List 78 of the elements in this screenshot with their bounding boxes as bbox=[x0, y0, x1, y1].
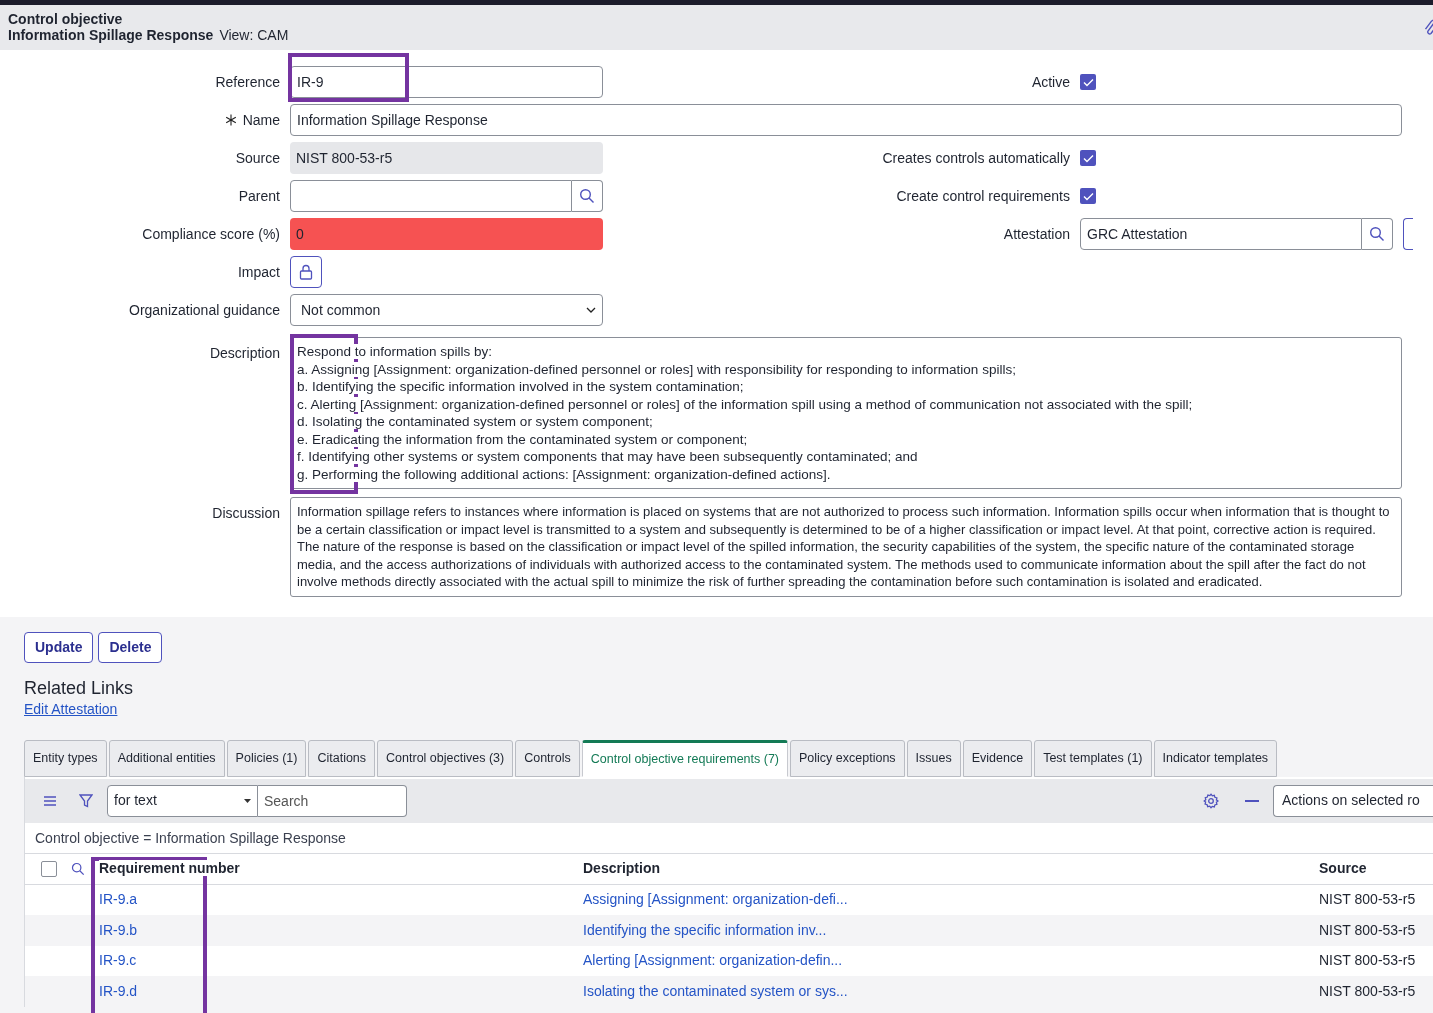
filter-breadcrumb[interactable]: Control objective = Information Spillage Response bbox=[35, 827, 346, 849]
search-button[interactable] bbox=[572, 180, 603, 212]
description-link[interactable]: Alerting [Assignment: organization-defin... bbox=[583, 952, 843, 969]
field-label: Attestation bbox=[1003, 225, 1070, 242]
tab[interactable]: Indicator templates bbox=[1153, 739, 1278, 777]
action-button[interactable]: Update bbox=[24, 631, 94, 663]
record-link[interactable]: IR-9.a bbox=[99, 891, 138, 908]
tab[interactable]: Entity types bbox=[24, 739, 107, 777]
chevron-icon bbox=[586, 307, 596, 313]
view-name: View: CAM bbox=[219, 27, 289, 43]
select-field[interactable]: Not common bbox=[290, 294, 603, 326]
description-link[interactable]: Assigning [Assignment: organization-defi... bbox=[583, 891, 848, 908]
input-field[interactable]: GRC Attestation bbox=[1080, 218, 1362, 250]
checkbox[interactable] bbox=[1080, 188, 1096, 204]
record-link[interactable]: IR-9.b bbox=[99, 921, 138, 938]
section-heading: Related Links bbox=[24, 676, 135, 699]
related-link[interactable]: Edit Attestation bbox=[24, 698, 118, 719]
edge-button[interactable] bbox=[1403, 218, 1413, 250]
discussion-field[interactable]: Information spillage refers to instances where information is placed on systems that are not authorized to process such information. Information spills occur when information that is thought to be a certain classification or impact level is transmitted to a system and subsequently is determined to be of a higher classification or impact level. At that point, corrective action is required. The nature of the response is based on the classification or impact level of the spilled information, the security capabilities of the system, the specific nature of the contaminated storage media, and the access authorizations of individuals with authorized access to the contaminated system. The methods used to communicate information about the spill after the fact do not involve methods directly associated with the actual spill to minimize the risk of further spreading the contamination before such contamination is isolated and eradicated. bbox=[290, 497, 1402, 597]
tab[interactable]: Policy exceptions bbox=[790, 739, 905, 777]
readonly-field: NIST 800-53-r5 bbox=[290, 142, 603, 174]
record-link[interactable]: IR-9.c bbox=[99, 952, 137, 969]
caret-icon bbox=[244, 798, 251, 803]
input-field[interactable]: Information Spillage Response bbox=[290, 104, 1402, 136]
table-cell: NIST 800-53-r5 bbox=[1319, 921, 1416, 938]
checkbox[interactable] bbox=[1080, 74, 1096, 90]
paperclip-icon[interactable] bbox=[1423, 19, 1433, 37]
input-field[interactable] bbox=[290, 180, 572, 212]
field-label: Creates controls automatically bbox=[882, 149, 1070, 166]
field-label: Reference bbox=[215, 72, 280, 92]
field-label: Impact bbox=[238, 262, 280, 282]
description-link[interactable]: Identifying the specific information inv... bbox=[583, 921, 827, 938]
action-button[interactable]: Delete bbox=[98, 631, 163, 663]
lock-icon bbox=[299, 264, 313, 280]
filter-icon[interactable] bbox=[79, 793, 93, 808]
record-type: Control objective bbox=[8, 12, 124, 27]
table-cell: NIST 800-53-r5 bbox=[1319, 982, 1416, 999]
column-header[interactable]: Description bbox=[583, 860, 660, 876]
field-label: Compliance score (%) bbox=[142, 224, 280, 244]
select-all-checkbox[interactable] bbox=[41, 860, 57, 877]
input-field[interactable]: IR-9 bbox=[290, 66, 603, 98]
settings-icon[interactable] bbox=[1203, 792, 1219, 809]
field-label: Active bbox=[1031, 73, 1070, 90]
checkbox[interactable] bbox=[1080, 150, 1096, 166]
field-label: Organizational guidance bbox=[129, 300, 280, 320]
lock-button[interactable] bbox=[290, 256, 322, 288]
tab[interactable]: Control objective requirements (7) bbox=[581, 739, 788, 777]
field-label: Parent bbox=[238, 186, 280, 206]
menu-icon[interactable] bbox=[43, 794, 57, 807]
tab[interactable]: Controls bbox=[515, 739, 580, 777]
column-header[interactable]: Source bbox=[1319, 860, 1367, 876]
tab[interactable]: Test templates (1) bbox=[1034, 739, 1152, 777]
tab[interactable]: Policies (1) bbox=[226, 739, 307, 777]
tab[interactable]: Issues bbox=[906, 739, 961, 777]
table-cell: NIST 800-53-r5 bbox=[1319, 891, 1416, 908]
search-icon[interactable] bbox=[71, 861, 85, 876]
record-name: Information Spillage Response bbox=[8, 27, 214, 43]
table-cell: NIST 800-53-r5 bbox=[1319, 952, 1416, 969]
field-label: Discussion bbox=[212, 505, 280, 521]
search-type-select[interactable]: for text bbox=[107, 784, 258, 817]
record-link[interactable]: IR-9.d bbox=[99, 982, 138, 999]
tab[interactable]: Control objectives (3) bbox=[377, 739, 514, 777]
actions-select[interactable]: Actions on selected ro bbox=[1273, 784, 1433, 817]
field-label: Description bbox=[209, 345, 280, 361]
search-icon bbox=[579, 188, 595, 204]
search-field[interactable]: Search bbox=[258, 784, 407, 817]
search-button[interactable] bbox=[1362, 218, 1393, 250]
collapse-icon[interactable] bbox=[1245, 799, 1259, 802]
field-label: Create control requirements bbox=[896, 187, 1070, 204]
score-field: 0 bbox=[290, 218, 603, 250]
field-label: Name bbox=[242, 110, 280, 130]
search-icon bbox=[1369, 226, 1385, 242]
column-header[interactable]: Requirement number bbox=[99, 860, 240, 876]
tab[interactable]: Additional entities bbox=[108, 739, 225, 777]
field-label: Source bbox=[235, 148, 280, 168]
tab[interactable]: Citations bbox=[308, 739, 376, 777]
description-link[interactable]: Isolating the contaminated system or sys... bbox=[583, 982, 848, 999]
tab[interactable]: Evidence bbox=[962, 739, 1033, 777]
